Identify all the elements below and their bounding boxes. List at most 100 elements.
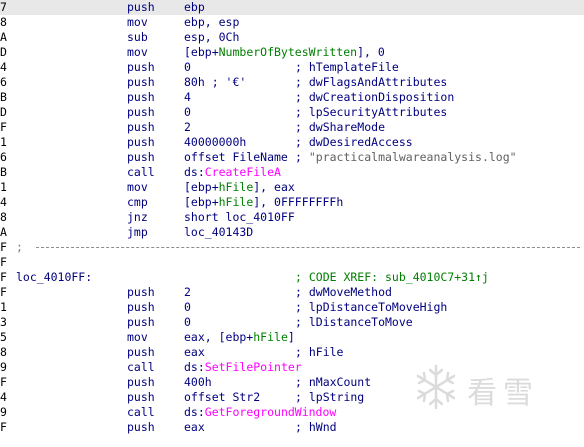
var-ref[interactable]: hFile (253, 330, 288, 344)
operands[interactable]: 40000000h (184, 135, 246, 150)
comment: ; dwFlagsAndAttributes (295, 75, 447, 90)
listing-line[interactable]: Fpush 2 ; dwMoveMethod (0, 285, 584, 300)
comment: ; lDistanceToMove (295, 315, 413, 330)
mnemonic[interactable]: push (127, 105, 155, 120)
code-label[interactable]: loc_4010FF: (16, 270, 92, 285)
mnemonic[interactable]: jnz (127, 210, 148, 225)
listing-line[interactable]: Fpush eax ; hWnd (0, 420, 584, 435)
line-address: F (0, 255, 7, 269)
mnemonic[interactable]: push (127, 285, 155, 300)
operands[interactable]: 0 (184, 60, 191, 75)
operands[interactable]: ds:GetForegroundWindow (184, 405, 336, 420)
string-literal[interactable]: "practicalmalwareanalysis.log" (309, 150, 517, 164)
operands[interactable]: eax (184, 345, 205, 360)
watermark-text: 看雪 (467, 376, 539, 411)
listing-line[interactable]: Dmov [ebp+NumberOfBytesWritten], 0 (0, 45, 584, 60)
mnemonic[interactable]: push (127, 150, 155, 165)
operands[interactable]: 0 (184, 105, 191, 120)
mnemonic[interactable]: push (127, 375, 155, 390)
operands[interactable]: 0 (184, 300, 191, 315)
listing-line[interactable]: 4 cmp [ebp+hFile], 0FFFFFFFFh (0, 195, 584, 210)
listing-line[interactable]: 6 push offset FileName; "practicalmalwarea… (0, 150, 584, 165)
listing-line[interactable]: 8 mov ebp, esp (0, 15, 584, 30)
operands[interactable]: [ebp+NumberOfBytesWritten], 0 (184, 45, 385, 60)
listing-line[interactable]: Bpush 4 ; dwCreationDisposition (0, 90, 584, 105)
listing-line[interactable]: Dpush 0 ; lpSecurityAttributes (0, 105, 584, 120)
operands[interactable]: eax, [ebp+hFile] (184, 330, 295, 345)
listing-line[interactable]: 6 push 80h ; '€' ; dwFlagsAndAttributes (0, 75, 584, 90)
mnemonic[interactable]: push (127, 0, 155, 15)
mnemonic[interactable]: jmp (127, 225, 148, 240)
text-segment: 0 (184, 60, 191, 74)
mnemonic[interactable]: push (127, 135, 155, 150)
line-address: 9 (0, 405, 7, 419)
text-segment: ; hTemplateFile (295, 60, 399, 74)
mnemonic[interactable]: mov (127, 330, 148, 345)
listing-line[interactable]: F; (0, 240, 584, 255)
operands[interactable]: ebp (184, 0, 205, 15)
listing-line[interactable]: 1 push 40000000h ; dwDesiredAccess (0, 135, 584, 150)
operands[interactable]: esp, 0Ch (184, 30, 239, 45)
listing-line[interactable]: 8 push eax ; hFile (0, 345, 584, 360)
listing-line[interactable]: 8 jnz short loc_4010FF (0, 210, 584, 225)
mnemonic[interactable]: mov (127, 180, 148, 195)
text-segment: ebp (184, 0, 205, 14)
operands[interactable]: [ebp+hFile], eax (184, 180, 295, 195)
operands[interactable]: ds:SetFilePointer (184, 360, 302, 375)
operands[interactable]: 400h (184, 375, 212, 390)
listing-line[interactable]: 7 push ebp (0, 0, 584, 15)
mnemonic[interactable]: cmp (127, 195, 148, 210)
listing-line[interactable]: F (0, 255, 584, 270)
comment: ; dwCreationDisposition (295, 90, 454, 105)
listing-line[interactable]: 1 mov [ebp+hFile], eax (0, 180, 584, 195)
mnemonic[interactable]: push (127, 60, 155, 75)
api-name[interactable]: SetFilePointer (205, 360, 302, 374)
api-name[interactable]: GetForegroundWindow (205, 405, 337, 419)
mnemonic[interactable]: push (127, 120, 155, 135)
listing-line[interactable]: 5 mov eax, [ebp+hFile] (0, 330, 584, 345)
operands[interactable]: ebp, esp (184, 15, 239, 30)
var-ref[interactable]: hFile (219, 195, 254, 209)
listing-line[interactable]: Floc_4010FF: ; CODE XREF: sub_4010C7+31↑j (0, 270, 584, 285)
mnemonic[interactable]: push (127, 315, 155, 330)
operands[interactable]: loc_40143D (184, 225, 253, 240)
text-segment: 80h ; '€' (184, 75, 247, 89)
separator-line (36, 247, 580, 248)
listing-line[interactable]: 4 push 0 ; hTemplateFile (0, 60, 584, 75)
mnemonic[interactable]: push (127, 75, 155, 90)
operands[interactable]: [ebp+hFile], 0FFFFFFFFh (184, 195, 343, 210)
operands[interactable]: offset Str2 (184, 390, 260, 405)
listing-line[interactable]: Fpush 2 ; dwShareMode (0, 120, 584, 135)
mnemonic[interactable]: call (127, 405, 155, 420)
mnemonic[interactable]: push (127, 90, 155, 105)
operands[interactable]: 2 (184, 285, 191, 300)
mnemonic[interactable]: call (127, 165, 155, 180)
operands[interactable]: 2 (184, 120, 191, 135)
operands[interactable]: 0 (184, 315, 191, 330)
var-ref[interactable]: hFile (219, 180, 254, 194)
var-ref[interactable]: NumberOfBytesWritten (219, 45, 357, 59)
mnemonic[interactable]: sub (127, 30, 148, 45)
xref-comment[interactable]: ; CODE XREF: sub_4010C7+31↑j (295, 270, 489, 285)
text-segment: eax (184, 420, 205, 434)
listing-line[interactable]: Asub esp, 0Ch (0, 30, 584, 45)
listing-line[interactable]: Bcall ds:CreateFileA (0, 165, 584, 180)
operands[interactable]: ds:CreateFileA (184, 165, 281, 180)
listing-line[interactable]: Ajmp loc_40143D (0, 225, 584, 240)
operands[interactable]: short loc_4010FF (184, 210, 295, 225)
operands[interactable]: offset FileName (184, 150, 288, 165)
mnemonic[interactable]: push (127, 345, 155, 360)
operands[interactable]: 80h ; '€' (184, 75, 246, 90)
mnemonic[interactable]: push (127, 300, 155, 315)
mnemonic[interactable]: mov (127, 45, 148, 60)
mnemonic[interactable]: push (127, 420, 155, 435)
listing-line[interactable]: 1 push 0 ; lpDistanceToMoveHigh (0, 300, 584, 315)
mnemonic[interactable]: push (127, 390, 155, 405)
api-name[interactable]: CreateFileA (205, 165, 281, 179)
operands[interactable]: eax (184, 420, 205, 435)
mnemonic[interactable]: call (127, 360, 155, 375)
operands[interactable]: 4 (184, 90, 191, 105)
line-address: F (0, 270, 7, 284)
listing-line[interactable]: 3 push 0 ; lDistanceToMove (0, 315, 584, 330)
mnemonic[interactable]: mov (127, 15, 148, 30)
